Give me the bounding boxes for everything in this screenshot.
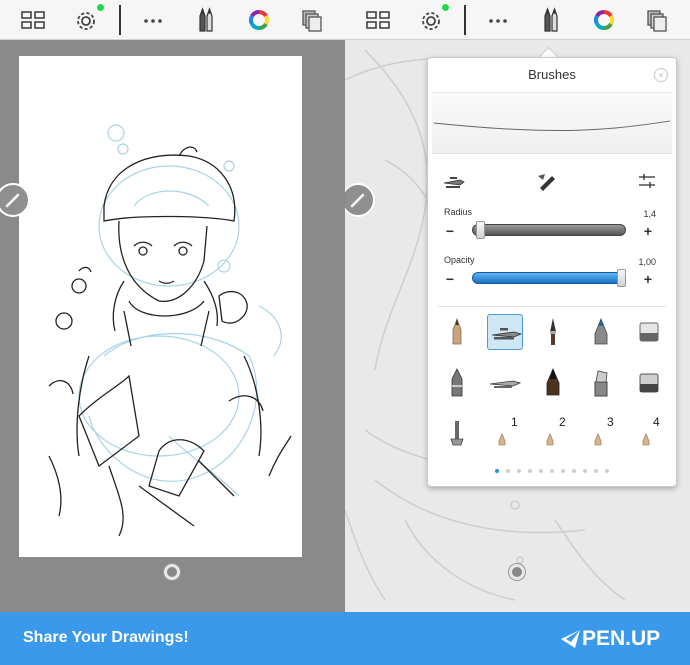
right-toolbar bbox=[345, 0, 690, 40]
opacity-slider[interactable] bbox=[472, 272, 626, 284]
toolbar-divider bbox=[119, 5, 121, 35]
grid-icon[interactable] bbox=[17, 4, 49, 36]
pencil-brush[interactable] bbox=[439, 314, 475, 350]
layers-icon[interactable] bbox=[296, 4, 328, 36]
opacity-value: 1,00 bbox=[638, 257, 656, 267]
scroll-handle[interactable] bbox=[509, 564, 525, 580]
chisel-marker-brush[interactable] bbox=[583, 365, 619, 401]
pencils-icon[interactable] bbox=[190, 4, 222, 36]
slot-number-1: 1 bbox=[511, 415, 518, 429]
close-icon[interactable]: × bbox=[654, 68, 668, 82]
radius-label: Radius bbox=[444, 207, 473, 217]
page-dot[interactable] bbox=[517, 468, 521, 473]
more-icon[interactable] bbox=[137, 4, 169, 36]
footer-banner[interactable]: Share Your Drawings! PEN.UP bbox=[0, 612, 690, 665]
sliders-icon[interactable] bbox=[636, 170, 658, 192]
opacity-label: Opacity bbox=[444, 255, 475, 265]
brush-panel-handle[interactable] bbox=[0, 183, 30, 217]
custom-slot-4[interactable] bbox=[631, 415, 667, 451]
brushes-title: Brushes bbox=[528, 67, 576, 82]
brush-panel-handle[interactable] bbox=[345, 183, 375, 217]
more-icon[interactable] bbox=[482, 4, 514, 36]
page-dot[interactable] bbox=[583, 468, 587, 473]
ballpoint-brush[interactable] bbox=[487, 314, 523, 350]
radius-decrease-button[interactable]: − bbox=[444, 223, 456, 239]
marker-brush[interactable] bbox=[583, 314, 619, 350]
page-dot[interactable] bbox=[561, 468, 565, 473]
opacity-slider-thumb[interactable] bbox=[617, 269, 626, 287]
radius-value: 1,4 bbox=[643, 209, 656, 219]
airbrush-brush[interactable] bbox=[487, 365, 523, 401]
paintbrush-brush[interactable] bbox=[535, 314, 571, 350]
page-dot[interactable] bbox=[506, 468, 510, 473]
brush-edit-icon[interactable] bbox=[534, 168, 560, 194]
page-dot[interactable] bbox=[594, 468, 598, 473]
panel-separator bbox=[438, 306, 666, 307]
inkbrush-brush[interactable] bbox=[535, 365, 571, 401]
radius-slider-thumb[interactable] bbox=[476, 221, 486, 239]
color-wheel-icon[interactable] bbox=[243, 4, 275, 36]
stroke-preview bbox=[432, 92, 672, 154]
page-dot[interactable] bbox=[572, 468, 576, 473]
scroll-handle[interactable] bbox=[164, 564, 180, 580]
page-dot[interactable] bbox=[550, 468, 554, 473]
page-indicator bbox=[428, 462, 676, 473]
notification-dot bbox=[96, 3, 105, 12]
toolbar-divider bbox=[464, 5, 466, 35]
left-toolbar bbox=[0, 0, 345, 40]
eraser-brush[interactable] bbox=[631, 314, 667, 350]
page-dot[interactable] bbox=[495, 468, 499, 473]
drawing-canvas[interactable] bbox=[19, 56, 302, 557]
slot-number-3: 3 bbox=[607, 415, 614, 429]
brushes-panel: Brushes × Radius 1,4 − + Opacity 1,00 − … bbox=[427, 57, 677, 487]
radius-increase-button[interactable]: + bbox=[642, 223, 654, 239]
page-dot[interactable] bbox=[605, 468, 609, 473]
penup-logo-text: PEN.UP bbox=[582, 627, 661, 650]
opacity-increase-button[interactable]: + bbox=[642, 271, 654, 287]
smudge-eraser-brush[interactable] bbox=[631, 365, 667, 401]
brush-library-icon[interactable] bbox=[442, 170, 466, 192]
left-canvas-view bbox=[0, 0, 345, 612]
sketch-artwork bbox=[48, 124, 292, 537]
notification-dot bbox=[441, 3, 450, 12]
brush-tools-row bbox=[428, 166, 676, 196]
penup-logo-icon bbox=[561, 630, 580, 648]
page-dot[interactable] bbox=[539, 468, 543, 473]
radius-slider[interactable] bbox=[472, 224, 626, 236]
layers-icon[interactable] bbox=[641, 4, 673, 36]
fountain-pen-brush[interactable] bbox=[439, 365, 475, 401]
grid-icon[interactable] bbox=[362, 4, 394, 36]
page-dot[interactable] bbox=[528, 468, 532, 473]
smear-tool-brush[interactable] bbox=[439, 415, 475, 451]
pencils-icon[interactable] bbox=[535, 4, 567, 36]
slot-number-2: 2 bbox=[559, 415, 566, 429]
slot-number-4: 4 bbox=[653, 415, 660, 429]
color-wheel-icon[interactable] bbox=[588, 4, 620, 36]
opacity-decrease-button[interactable]: − bbox=[444, 271, 456, 287]
share-cta[interactable]: Share Your Drawings! bbox=[23, 629, 189, 647]
